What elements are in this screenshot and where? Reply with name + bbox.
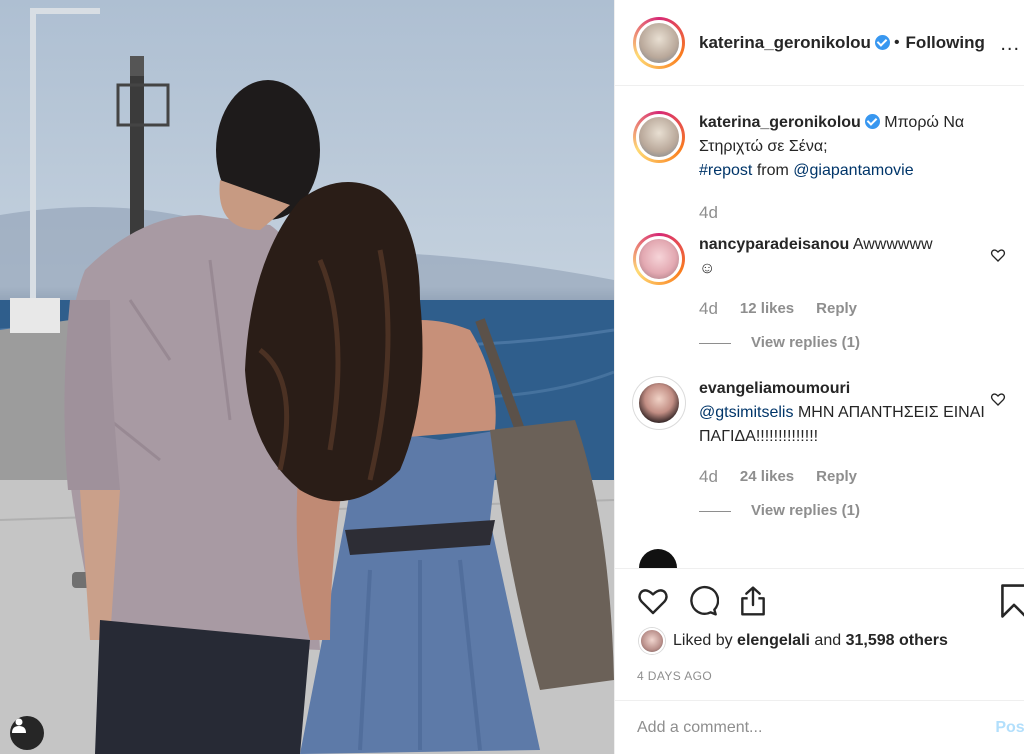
caption: katerina_geronikolou Μπορώ Να Στηριχτώ σ… bbox=[633, 111, 1024, 225]
emoji-smile-icon: ☺ bbox=[699, 260, 716, 277]
replies-divider-line bbox=[699, 342, 731, 344]
comment-text: Awwwwww bbox=[852, 236, 933, 253]
comment-input[interactable] bbox=[637, 718, 967, 737]
post-header: katerina_geronikolou • Following ... bbox=[615, 0, 1024, 86]
comment-like-heart-icon[interactable] bbox=[990, 247, 1006, 263]
commenter-avatar-image bbox=[636, 236, 682, 282]
comment-item: evangeliamoumouri @gtsimitselis ΜΗΝ ΑΠΑΝ… bbox=[633, 377, 1024, 523]
user-tag-icon[interactable] bbox=[10, 716, 44, 750]
reply-button[interactable]: Reply bbox=[816, 297, 857, 321]
liker-avatar[interactable] bbox=[639, 628, 665, 654]
bookmark-icon[interactable] bbox=[998, 583, 1024, 619]
comment-body: nancyparadeisanou Awwwwww ☺ 4d 12 likes … bbox=[699, 233, 999, 355]
commenter-avatar-image bbox=[636, 380, 682, 426]
replies-divider-line bbox=[699, 510, 731, 512]
hashtag-link[interactable]: #repost bbox=[699, 162, 752, 179]
comment-item: nancyparadeisanou Awwwwww ☺ 4d 12 likes … bbox=[633, 233, 1024, 355]
caption-meta: 4d bbox=[699, 201, 999, 225]
share-icon bbox=[741, 585, 765, 616]
caption-body: katerina_geronikolou Μπορώ Να Στηριχτώ σ… bbox=[699, 111, 999, 225]
mention-link[interactable]: @gtsimitselis bbox=[699, 404, 793, 421]
view-replies-label: View replies (1) bbox=[751, 334, 860, 351]
post-comment-button[interactable]: Post bbox=[995, 719, 1024, 737]
comments-list[interactable]: katerina_geronikolou Μπορώ Να Στηριχτώ σ… bbox=[615, 87, 1024, 568]
author-username[interactable]: katerina_geronikolou bbox=[699, 33, 871, 53]
caption-time[interactable]: 4d bbox=[699, 201, 718, 225]
caption-username[interactable]: katerina_geronikolou bbox=[699, 114, 861, 131]
share-button[interactable] bbox=[733, 581, 773, 621]
comment-time[interactable]: 4d bbox=[699, 297, 718, 321]
comment-like-heart-icon[interactable] bbox=[990, 391, 1006, 407]
commenter-username[interactable]: nancyparadeisanou bbox=[699, 236, 849, 253]
add-comment-bar: Post bbox=[615, 700, 1024, 754]
commenter-avatar[interactable] bbox=[633, 233, 685, 285]
mention-link[interactable]: @giapantamovie bbox=[793, 162, 913, 179]
comment-icon bbox=[690, 585, 719, 616]
verified-badge-icon bbox=[864, 114, 880, 129]
view-replies-button[interactable]: View replies (1) bbox=[699, 499, 999, 523]
others-count-link[interactable]: 31,598 others bbox=[846, 632, 948, 650]
commenter-avatar[interactable] bbox=[639, 549, 677, 568]
photo-illustration bbox=[0, 8, 614, 754]
liked-by: Liked by elengelali and 31,598 others bbox=[639, 628, 948, 654]
person-silhouette-icon bbox=[12, 718, 26, 733]
liked-by-and: and bbox=[814, 632, 842, 649]
following-button[interactable]: Following bbox=[906, 33, 985, 53]
liker-username[interactable]: elengelali bbox=[737, 632, 810, 650]
post-date[interactable]: 4 DAYS AGO bbox=[637, 669, 712, 683]
comment-likes[interactable]: 24 likes bbox=[740, 465, 794, 489]
reply-button[interactable]: Reply bbox=[816, 465, 857, 489]
view-replies-button[interactable]: View replies (1) bbox=[699, 331, 999, 355]
comment-item-partial bbox=[633, 549, 1024, 568]
verified-badge-icon bbox=[874, 35, 890, 50]
comment-time[interactable]: 4d bbox=[699, 465, 718, 489]
comment-likes[interactable]: 12 likes bbox=[740, 297, 794, 321]
more-options-icon[interactable]: ... bbox=[1000, 33, 1020, 56]
post-details-panel: katerina_geronikolou • Following ... kat… bbox=[614, 0, 1024, 754]
liked-by-prefix: Liked by bbox=[673, 632, 733, 649]
view-replies-label: View replies (1) bbox=[751, 502, 860, 519]
comment-button[interactable] bbox=[683, 581, 723, 621]
caption-author-avatar-image bbox=[636, 114, 682, 160]
separator-dot: • bbox=[893, 33, 900, 51]
caption-author-avatar[interactable] bbox=[633, 111, 685, 163]
heart-icon bbox=[638, 588, 668, 614]
post-photo[interactable] bbox=[0, 0, 614, 754]
comment-meta: 4d 12 likes Reply bbox=[699, 297, 999, 321]
author-avatar[interactable] bbox=[633, 16, 685, 69]
caption-from: from bbox=[756, 162, 789, 179]
commenter-username[interactable]: evangeliamoumouri bbox=[699, 380, 850, 397]
commenter-avatar[interactable] bbox=[633, 377, 685, 429]
author-avatar-image bbox=[636, 19, 682, 66]
comment-body: evangeliamoumouri @gtsimitselis ΜΗΝ ΑΠΑΝ… bbox=[699, 377, 999, 523]
post-actions bbox=[615, 568, 1024, 632]
like-button[interactable] bbox=[633, 581, 673, 621]
comment-meta: 4d 24 likes Reply bbox=[699, 465, 999, 489]
